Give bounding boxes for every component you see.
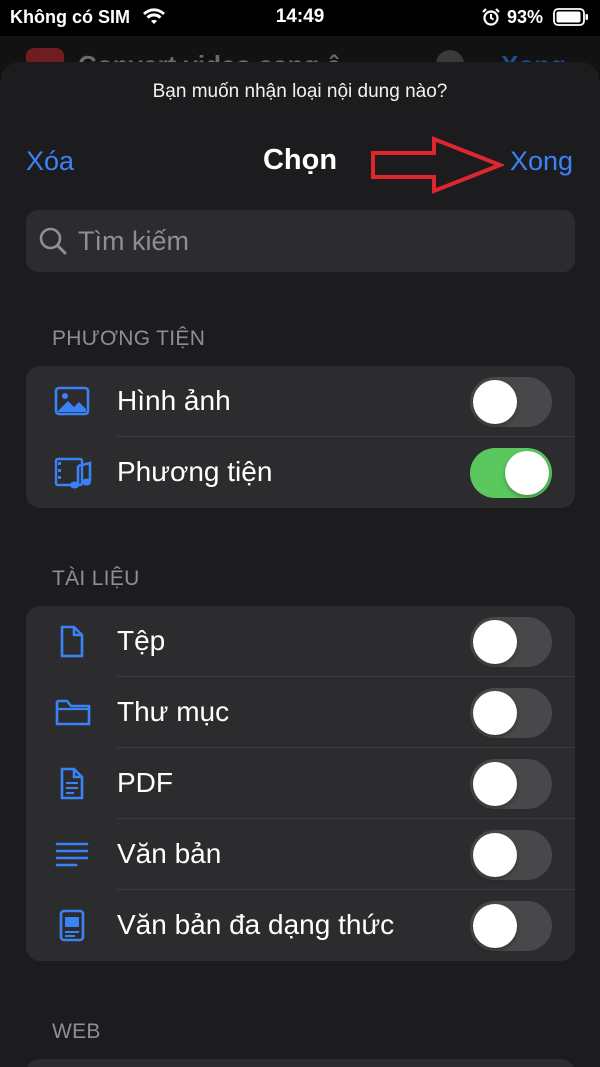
rich-text-toggle[interactable] (470, 901, 552, 951)
toggle-knob (473, 833, 517, 877)
list-item-photos[interactable]: Hình ảnh (26, 366, 575, 437)
list-item-label: Thư mục (117, 696, 230, 727)
media-group: Hình ảnh Phương tiện (26, 366, 575, 508)
text-toggle[interactable] (470, 830, 552, 880)
battery-percent: 93% (507, 7, 544, 27)
battery-icon (553, 8, 588, 26)
pdf-toggle[interactable] (470, 759, 552, 809)
list-item-pdf[interactable]: PDF (26, 748, 575, 819)
section-header-documents: TÀI LIỆU (52, 567, 140, 590)
toggle-knob (473, 620, 517, 664)
search-input[interactable] (78, 210, 558, 272)
alarm-icon (482, 8, 500, 26)
done-button[interactable]: Xong (510, 146, 573, 177)
section-header-media: PHƯƠNG TIỆN (52, 327, 206, 350)
content-type-sheet: Bạn muốn nhận loại nội dung nào? Xóa Chọ… (0, 62, 600, 1067)
media-toggle[interactable] (470, 448, 552, 498)
media-icon (54, 457, 92, 489)
folder-icon (55, 699, 91, 726)
list-item-rich-text[interactable]: Văn bản đa dạng thức (26, 890, 575, 961)
list-item-folder[interactable]: Thư mục (26, 677, 575, 748)
list-item-label: Hình ảnh (117, 385, 231, 416)
search-icon (39, 227, 67, 255)
rich-text-icon (59, 909, 85, 942)
list-item-label: Tệp (117, 625, 166, 656)
list-item-text[interactable]: Văn bản (26, 819, 575, 890)
documents-group: Tệp Thư mục PDF Văn bản Văn bản đa dạng … (26, 606, 575, 961)
list-item-label: Văn bản (117, 838, 222, 869)
folder-toggle[interactable] (470, 688, 552, 738)
toggle-knob (473, 380, 517, 424)
toggle-knob (505, 451, 549, 495)
toggle-knob (473, 904, 517, 948)
list-item-label: PDF (117, 767, 173, 798)
text-icon (55, 842, 89, 867)
file-toggle[interactable] (470, 617, 552, 667)
annotation-arrow-icon (371, 136, 504, 194)
list-item-label: Phương tiện (117, 456, 273, 487)
web-group (26, 1059, 575, 1067)
sheet-prompt: Bạn muốn nhận loại nội dung nào? (152, 81, 448, 102)
pdf-icon (60, 767, 84, 800)
toggle-knob (473, 691, 517, 735)
photos-toggle[interactable] (470, 377, 552, 427)
search-bar[interactable] (26, 210, 575, 272)
list-item-label: Văn bản đa dạng thức (117, 909, 395, 940)
list-item-media[interactable]: Phương tiện (26, 437, 575, 508)
file-icon (60, 625, 84, 658)
section-header-web: WEB (52, 1020, 101, 1043)
photo-icon (54, 386, 90, 416)
list-item-file[interactable]: Tệp (26, 606, 575, 677)
toggle-knob (473, 762, 517, 806)
status-bar: Không có SIM 14:49 93% (0, 0, 600, 36)
